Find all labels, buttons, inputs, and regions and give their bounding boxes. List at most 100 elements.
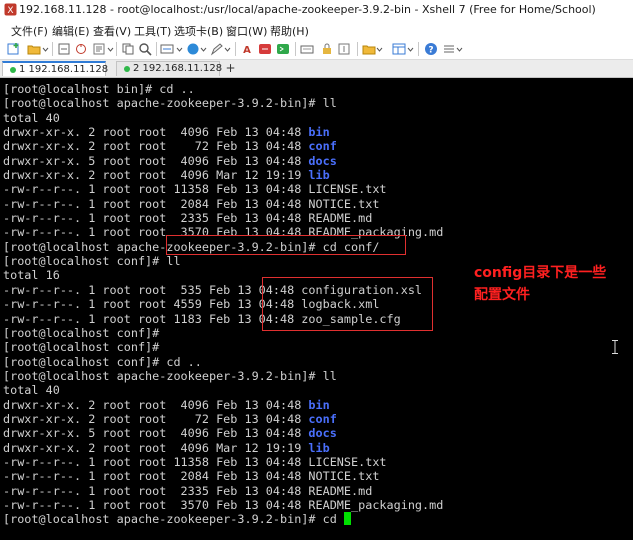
terminal-text: [root@localhost apache-zookeeper-3.9.2-b… xyxy=(3,96,337,111)
help-icon[interactable]: ? xyxy=(424,42,438,56)
title-bar: X 192.168.11.128 - root@localhost:/usr/l… xyxy=(0,0,633,21)
terminal-text: drwxr-xr-x. 2 root root 72 Feb 13 04:48 xyxy=(3,411,309,426)
terminal-text: drwxr-xr-x. 5 root root 4096 Feb 13 04:4… xyxy=(3,426,309,441)
chevron-down-icon[interactable] xyxy=(42,42,49,56)
terminal-line: drwxr-xr-x. 2 root root 4096 Mar 12 19:1… xyxy=(3,168,443,182)
terminal-line: -rw-r--r--. 1 root root 11358 Feb 13 04:… xyxy=(3,182,443,196)
scroll-lock-icon[interactable] xyxy=(337,42,351,56)
directory-name: docs xyxy=(308,426,337,441)
xftp-icon[interactable] xyxy=(258,42,272,56)
terminal-line: total 40 xyxy=(3,111,443,125)
terminal-line: [root@localhost apache-zookeeper-3.9.2-b… xyxy=(3,512,443,526)
toolbar: A ? xyxy=(0,39,633,60)
terminal-line: -rw-r--r--. 1 root root 2335 Feb 13 04:4… xyxy=(3,484,443,498)
terminal-line: -rw-r--r--. 1 root root 2084 Feb 13 04:4… xyxy=(3,197,443,211)
directory-name: lib xyxy=(308,440,330,455)
terminal-text: drwxr-xr-x. 2 root root 4096 Mar 12 19:1… xyxy=(3,440,309,455)
directory-name: lib xyxy=(308,168,330,183)
highlight-box-cd-conf xyxy=(166,235,406,255)
xshell-app-icon: X xyxy=(4,3,17,16)
terminal-cursor xyxy=(343,512,351,526)
chevron-down-icon[interactable] xyxy=(200,42,207,56)
terminal-text: [root@localhost conf]# cd .. xyxy=(3,354,202,369)
properties-icon[interactable] xyxy=(92,42,106,56)
tab-session-2[interactable]: 2 192.168.11.128 xyxy=(116,61,223,76)
new-session-icon[interactable] xyxy=(7,42,21,56)
svg-text:X: X xyxy=(7,6,13,16)
copy-icon[interactable] xyxy=(121,42,135,56)
terminal-line: -rw-r--r--. 1 root root 2084 Feb 13 04:4… xyxy=(3,469,443,483)
terminal-text: -rw-r--r--. 1 root root 2335 Feb 13 04:4… xyxy=(3,211,373,226)
directory-name: conf xyxy=(308,411,337,426)
terminal-line: [root@localhost conf]# xyxy=(3,340,443,354)
terminal-line: drwxr-xr-x. 2 root root 4096 Feb 13 04:4… xyxy=(3,125,443,139)
tab-session-1[interactable]: 1 192.168.11.128 xyxy=(2,61,109,76)
terminal-text: -rw-r--r--. 1 root root 2335 Feb 13 04:4… xyxy=(3,483,373,498)
lock-icon[interactable] xyxy=(320,42,334,56)
folder-icon[interactable] xyxy=(362,42,376,56)
terminal-line: drwxr-xr-x. 2 root root 72 Feb 13 04:48 … xyxy=(3,412,443,426)
open-folder-icon[interactable] xyxy=(27,42,41,56)
menu-tabs[interactable]: 选项卡(B) xyxy=(174,23,223,39)
xshell-icon[interactable] xyxy=(276,42,290,56)
terminal-line: [root@localhost apache-zookeeper-3.9.2-b… xyxy=(3,96,443,110)
find-icon[interactable] xyxy=(138,42,152,56)
terminal-line: [root@localhost conf]# cd .. xyxy=(3,355,443,369)
chevron-down-icon[interactable] xyxy=(376,42,383,56)
tab-label: 1 192.168.11.128 xyxy=(19,64,109,75)
chevron-down-icon[interactable] xyxy=(176,42,183,56)
terminal-text: drwxr-xr-x. 2 root root 4096 Feb 13 04:4… xyxy=(3,125,309,140)
connected-status-icon xyxy=(124,66,130,72)
directory-name: bin xyxy=(308,125,330,140)
menu-file[interactable]: 文件(F) xyxy=(11,23,48,39)
terminal-line: drwxr-xr-x. 5 root root 4096 Feb 13 04:4… xyxy=(3,426,443,440)
chevron-down-icon[interactable] xyxy=(107,42,114,56)
terminal-line: total 40 xyxy=(3,383,443,397)
options-icon[interactable] xyxy=(442,42,456,56)
layout-icon[interactable] xyxy=(392,42,406,56)
terminal-line: drwxr-xr-x. 2 root root 72 Feb 13 04:48 … xyxy=(3,139,443,153)
terminal-text: total 40 xyxy=(3,110,60,125)
svg-text:A: A xyxy=(243,45,251,56)
menu-edit[interactable]: 编辑(E) xyxy=(52,23,90,39)
terminal-text: drwxr-xr-x. 2 root root 4096 Mar 12 19:1… xyxy=(3,168,309,183)
menu-window[interactable]: 窗口(W) xyxy=(226,23,267,39)
terminal-line: drwxr-xr-x. 2 root root 4096 Feb 13 04:4… xyxy=(3,398,443,412)
font-icon[interactable]: A xyxy=(240,42,254,56)
chevron-down-icon[interactable] xyxy=(407,42,414,56)
terminal-text: -rw-r--r--. 1 root root 11358 Feb 13 04:… xyxy=(3,182,387,197)
terminal-area[interactable]: [root@localhost bin]# cd .. [root@localho… xyxy=(0,78,633,540)
color-scheme-icon[interactable] xyxy=(186,42,200,56)
chevron-down-icon[interactable] xyxy=(456,42,463,56)
terminal-text: -rw-r--r--. 1 root root 11358 Feb 13 04:… xyxy=(3,454,387,469)
menu-tools[interactable]: 工具(T) xyxy=(134,23,171,39)
compose-icon[interactable] xyxy=(210,42,224,56)
window-title: 192.168.11.128 - root@localhost:/usr/loc… xyxy=(19,3,596,16)
add-tab-button[interactable]: + xyxy=(224,62,237,75)
terminal-text: drwxr-xr-x. 2 root root 4096 Feb 13 04:4… xyxy=(3,397,309,412)
directory-name: bin xyxy=(308,397,330,412)
svg-text:?: ? xyxy=(428,46,433,56)
terminal-text: -rw-r--r--. 1 root root 3570 Feb 13 04:4… xyxy=(3,497,444,512)
directory-name: conf xyxy=(308,139,337,154)
terminal-line: drwxr-xr-x. 5 root root 4096 Feb 13 04:4… xyxy=(3,154,443,168)
terminal-line: [root@localhost apache-zookeeper-3.9.2-b… xyxy=(3,369,443,383)
terminal-text: [root@localhost conf]# xyxy=(3,340,160,355)
keyboard-icon[interactable] xyxy=(300,42,314,56)
reconnect-icon[interactable] xyxy=(74,42,88,56)
terminal-line: [root@localhost bin]# cd .. xyxy=(3,82,443,96)
directory-name: docs xyxy=(308,153,337,168)
terminal-text: [root@localhost apache-zookeeper-3.9.2-b… xyxy=(3,512,344,527)
menu-bar: 文件(F) 编辑(E) 查看(V) 工具(T) 选项卡(B) 窗口(W) 帮助(… xyxy=(0,20,633,39)
chevron-down-icon[interactable] xyxy=(224,42,231,56)
terminal-text: drwxr-xr-x. 5 root root 4096 Feb 13 04:4… xyxy=(3,153,309,168)
encoding-icon[interactable] xyxy=(160,42,174,56)
text-cursor-icon xyxy=(612,340,618,354)
tab-label: 2 192.168.11.128 xyxy=(133,63,223,74)
terminal-line: -rw-r--r--. 1 root root 3570 Feb 13 04:4… xyxy=(3,498,443,512)
terminal-line: -rw-r--r--. 1 root root 2335 Feb 13 04:4… xyxy=(3,211,443,225)
menu-view[interactable]: 查看(V) xyxy=(93,23,131,39)
terminal-text: [root@localhost conf]# xyxy=(3,325,160,340)
menu-help[interactable]: 帮助(H) xyxy=(270,23,309,39)
disconnect-icon[interactable] xyxy=(57,42,71,56)
